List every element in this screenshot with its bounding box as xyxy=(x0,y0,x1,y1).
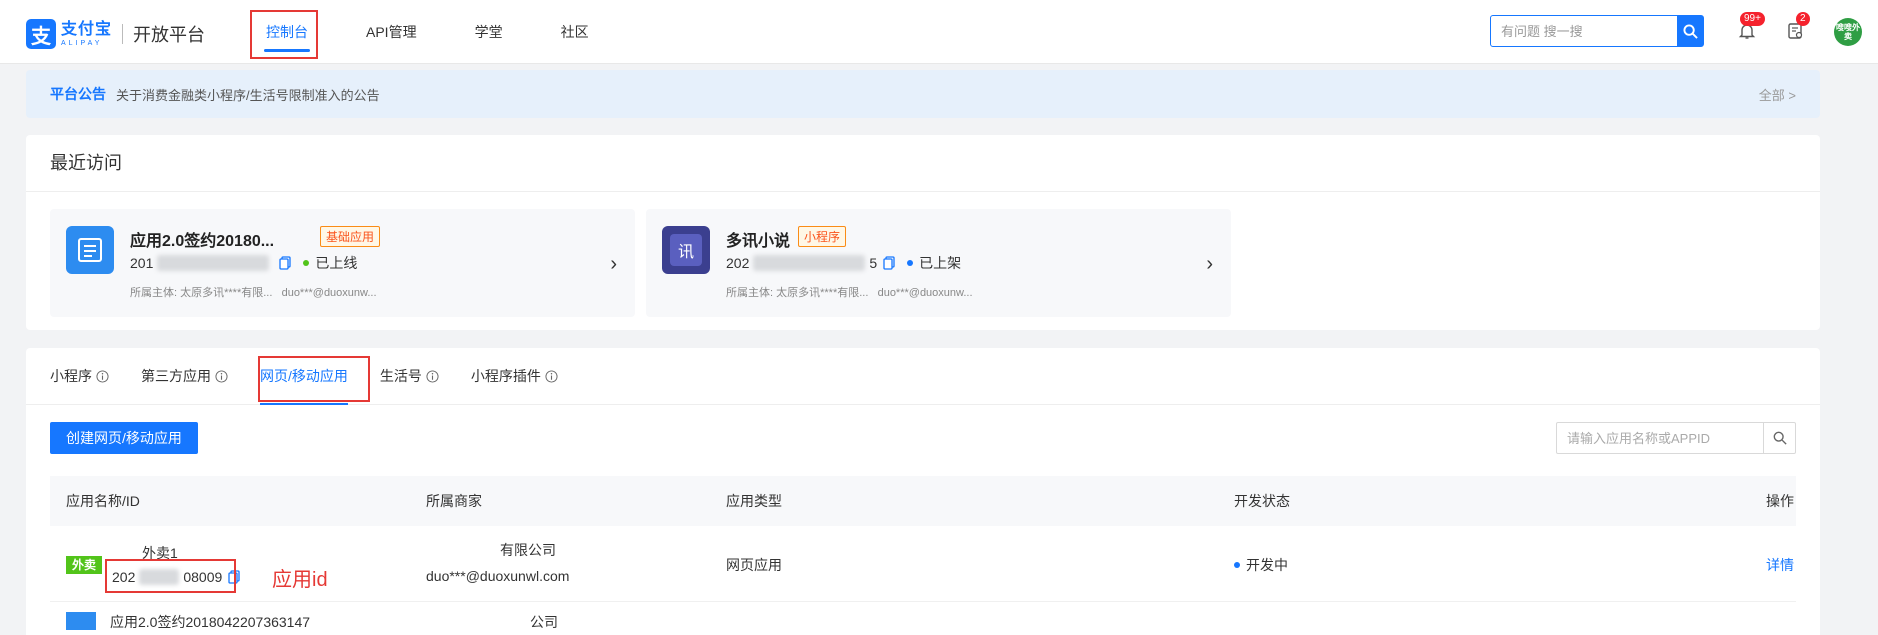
info-icon xyxy=(545,369,558,383)
tab-third-party[interactable]: 第三方应用 xyxy=(141,348,228,405)
app-logo xyxy=(66,612,96,630)
announcement-all-link[interactable]: 全部 > xyxy=(1759,85,1796,104)
alipay-logo-icon: 支 xyxy=(26,19,56,49)
alipay-logo[interactable]: 支 支付宝 ALIPAY 开放平台 xyxy=(26,18,205,50)
info-icon xyxy=(96,369,109,383)
svg-text:讯: 讯 xyxy=(678,242,694,261)
tab-label: 生活号 xyxy=(379,368,422,384)
highlight-box-console xyxy=(250,10,318,59)
details-link[interactable]: 详情 xyxy=(1766,555,1794,575)
announcement-link[interactable]: 关于消费金融类小程序/生活号限制准入的公告 xyxy=(116,85,380,104)
task-badge: 2 xyxy=(1796,12,1810,26)
recent-app-name: 应用2.0签约20180... xyxy=(130,233,275,250)
merchant-account: duo***@duoxunwl.com xyxy=(426,568,570,584)
app-document-icon xyxy=(66,226,114,274)
owner-account: duo***@duoxunw... xyxy=(877,287,973,299)
recent-visits-panel: 最近访问 应用2.0签约20180... 基础应用 201 已上线 所属主体: … xyxy=(26,135,1820,330)
app-name: 应用2.0签约2018042207363147 xyxy=(110,614,311,630)
platform-title: 开放平台 xyxy=(133,25,206,45)
recent-visits-title: 最近访问 xyxy=(26,135,1820,192)
owner-account: duo***@duoxunw... xyxy=(281,287,377,299)
chevron-right-icon[interactable]: › xyxy=(610,253,617,276)
recent-miniapp-name: 多讯小说 xyxy=(726,233,791,250)
app-search-button[interactable] xyxy=(1763,423,1795,453)
miniapp-owner: 所属主体: 太原多讯****有限... duo***@duoxunw... xyxy=(726,284,973,300)
global-search-input[interactable] xyxy=(1491,16,1677,46)
dev-status: 开发中 xyxy=(1234,555,1288,575)
owner-entity: 所属主体: 太原多讯****有限... xyxy=(130,287,273,299)
create-app-button[interactable]: 创建网页/移动应用 xyxy=(50,422,198,454)
status-dot xyxy=(303,260,310,266)
nav-academy[interactable]: 学堂 xyxy=(459,0,519,64)
miniapp-status: 已上架 xyxy=(919,255,962,271)
app-search xyxy=(1556,422,1796,454)
announcement-bar: 平台公告 关于消费金融类小程序/生活号限制准入的公告 全部 > xyxy=(26,70,1820,118)
miniapp-logo-icon: 讯 xyxy=(662,226,710,274)
recent-miniapp-card[interactable]: 讯 多讯小说 小程序 202 5 已上架 所属主体: 太原多讯****有限...… xyxy=(646,209,1231,317)
merchant-name: 公司 xyxy=(530,614,558,630)
redacted-id xyxy=(753,255,866,271)
copy-icon[interactable] xyxy=(883,256,895,270)
app-logo: 外卖 xyxy=(66,556,102,574)
logo-cn-text: 支付宝 xyxy=(61,20,113,38)
user-avatar[interactable]: 嗖嗖外卖 xyxy=(1834,18,1862,46)
recent-app-id: 201 已上线 xyxy=(130,253,357,273)
merchant-name: 有限公司 xyxy=(500,542,556,558)
logo-en-text: ALIPAY xyxy=(61,39,103,47)
miniapp-id-prefix: 202 xyxy=(726,255,750,271)
task-center[interactable]: 2 xyxy=(1782,12,1810,44)
app-type: 网页应用 xyxy=(726,557,782,573)
column-header: 应用名称/ID xyxy=(66,493,140,509)
tab-label: 小程序 xyxy=(50,368,92,384)
annotation-app-id: 应用id xyxy=(272,569,328,591)
tab-life-account[interactable]: 生活号 xyxy=(380,348,439,405)
tab-mini-program[interactable]: 小程序 xyxy=(50,348,109,405)
tab-label: 第三方应用 xyxy=(141,368,211,384)
redacted-id xyxy=(157,255,270,271)
highlight-box-app-id xyxy=(105,559,236,593)
column-header: 操作 xyxy=(1766,493,1794,509)
top-header: 支 支付宝 ALIPAY 开放平台 控制台 API管理 学堂 社区 99+ 2 … xyxy=(0,0,1878,64)
notification-badge: 99+ xyxy=(1740,12,1765,26)
tab-plugin[interactable]: 小程序插件 xyxy=(471,348,558,405)
app-owner: 所属主体: 太原多讯****有限... duo***@duoxunw... xyxy=(130,284,377,300)
info-icon xyxy=(215,369,228,383)
recent-miniapp-id: 202 5 已上架 xyxy=(726,253,961,273)
search-icon xyxy=(1682,23,1698,39)
announcement-title: 平台公告 xyxy=(50,86,106,102)
app-type-tag: 基础应用 xyxy=(320,226,381,247)
notification-bell[interactable]: 99+ xyxy=(1734,12,1765,44)
column-header: 所属商家 xyxy=(426,493,482,509)
status-dot xyxy=(907,260,914,266)
column-header: 应用类型 xyxy=(726,493,782,509)
app-status: 已上线 xyxy=(315,255,358,271)
nav-api-management[interactable]: API管理 xyxy=(350,0,433,64)
chevron-right-icon[interactable]: › xyxy=(1206,253,1213,276)
copy-icon[interactable] xyxy=(279,256,292,270)
column-header: 开发状态 xyxy=(1234,493,1290,509)
owner-entity: 所属主体: 太原多讯****有限... xyxy=(726,287,869,299)
logo-divider xyxy=(122,24,124,44)
miniapp-id-suffix: 5 xyxy=(869,255,878,271)
recent-app-card[interactable]: 应用2.0签约20180... 基础应用 201 已上线 所属主体: 太原多讯*… xyxy=(50,209,635,317)
global-search-button[interactable] xyxy=(1677,16,1703,46)
nav-community[interactable]: 社区 xyxy=(545,0,605,64)
miniapp-type-tag: 小程序 xyxy=(798,226,847,247)
search-icon xyxy=(1773,431,1787,445)
table-row: 应用2.0签约2018042207363147 公司 xyxy=(50,604,1796,635)
table-header: 应用名称/ID 所属商家 应用类型 开发状态 操作 xyxy=(50,476,1796,526)
tab-label: 小程序插件 xyxy=(470,368,541,384)
global-search xyxy=(1490,15,1704,47)
app-search-input[interactable] xyxy=(1557,423,1763,453)
app-id-prefix: 201 xyxy=(130,255,154,271)
status-dot xyxy=(1234,562,1240,568)
announcement-all-label: 全部 xyxy=(1758,87,1785,103)
info-icon xyxy=(426,369,439,383)
highlight-box-tab xyxy=(258,356,370,402)
app-list-panel: 小程序 第三方应用 网页/移动应用 生活号 小程序插件 创建网页/移动应用 应用… xyxy=(26,348,1820,635)
dev-status-label: 开发中 xyxy=(1246,557,1288,573)
